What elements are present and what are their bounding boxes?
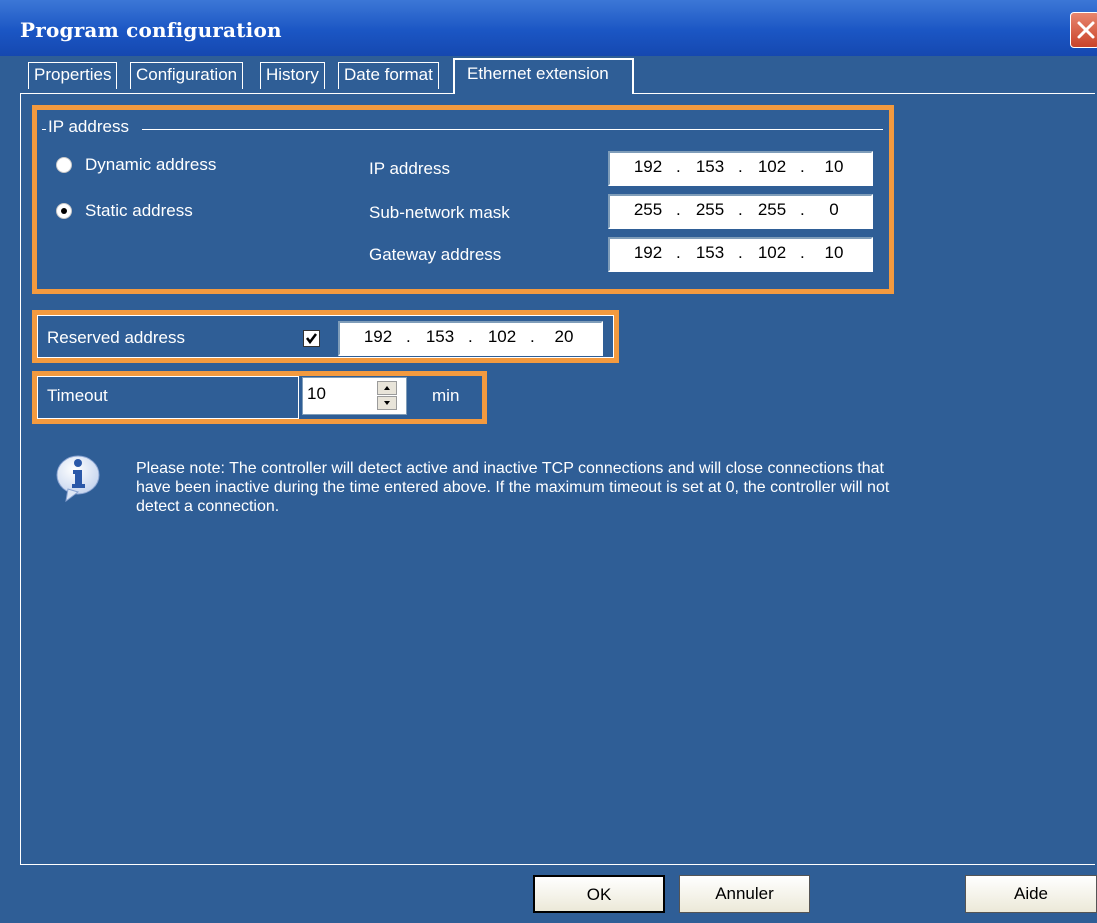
info-note-text: Please note: The controller will detect … bbox=[136, 460, 890, 515]
tab-configuration[interactable]: Configuration bbox=[130, 62, 244, 89]
ip-octet-4: 10 bbox=[824, 157, 844, 176]
subnet-mask-label: Sub-network mask bbox=[369, 203, 510, 222]
radio-dynamic-label: Dynamic address bbox=[85, 155, 217, 174]
close-button[interactable] bbox=[1070, 12, 1097, 48]
gateway-octet-1: 192 bbox=[633, 243, 663, 262]
ok-button[interactable]: OK bbox=[533, 875, 665, 913]
ip-group-legend: IP address bbox=[48, 117, 129, 136]
mask-octet-4: 0 bbox=[829, 200, 839, 219]
ip-octet-3: 102 bbox=[757, 157, 787, 176]
reserved-octet-1: 192 bbox=[363, 327, 393, 346]
ip-address-label: IP address bbox=[369, 159, 450, 178]
radio-static-label: Static address bbox=[85, 201, 193, 220]
radio-static-address[interactable] bbox=[56, 203, 72, 219]
timeout-value: 10 bbox=[307, 384, 326, 403]
mask-octet-2: 255 bbox=[695, 200, 725, 219]
arrow-down-icon bbox=[384, 401, 390, 405]
ip-address-field[interactable]: 192 . 153 . 102 . 10 bbox=[608, 151, 873, 186]
reserved-octet-3: 102 bbox=[487, 327, 517, 346]
subnet-mask-field[interactable]: 255 . 255 . 255 . 0 bbox=[608, 194, 873, 229]
tab-ethernet-extension[interactable]: Ethernet extension bbox=[453, 58, 634, 94]
radio-dynamic-address[interactable] bbox=[56, 157, 72, 173]
group-line-top bbox=[142, 129, 883, 130]
close-icon bbox=[1077, 21, 1095, 39]
window-title: Program configuration bbox=[20, 18, 282, 42]
group-line-left bbox=[42, 129, 46, 130]
spin-up-button[interactable] bbox=[377, 381, 397, 395]
mask-octet-1: 255 bbox=[633, 200, 663, 219]
reserved-octet-4: 20 bbox=[554, 327, 574, 346]
tab-page-top-border-right bbox=[634, 93, 1095, 94]
tab-page-top-border bbox=[20, 93, 454, 94]
gateway-field[interactable]: 192 . 153 . 102 . 10 bbox=[608, 237, 873, 272]
gateway-octet-2: 153 bbox=[695, 243, 725, 262]
checkmark-icon bbox=[306, 333, 317, 345]
timeout-label: Timeout bbox=[47, 386, 108, 405]
cancel-button[interactable]: Annuler bbox=[679, 875, 810, 913]
title-bar: Program configuration bbox=[0, 0, 1097, 56]
timeout-spinbox[interactable]: 10 bbox=[302, 377, 407, 415]
mask-octet-3: 255 bbox=[757, 200, 787, 219]
tab-date-format[interactable]: Date format bbox=[338, 62, 439, 89]
reserved-address-checkbox[interactable] bbox=[303, 330, 320, 347]
info-icon bbox=[52, 451, 104, 503]
gateway-label: Gateway address bbox=[369, 245, 502, 264]
gateway-octet-3: 102 bbox=[757, 243, 787, 262]
spin-down-button[interactable] bbox=[377, 396, 397, 410]
reserved-address-label: Reserved address bbox=[47, 328, 185, 347]
help-button[interactable]: Aide bbox=[965, 875, 1097, 913]
tab-properties[interactable]: Properties bbox=[28, 62, 118, 89]
ip-octet-1: 192 bbox=[633, 157, 663, 176]
reserved-address-field[interactable]: 192 . 153 . 102 . 20 bbox=[338, 321, 603, 356]
timeout-unit: min bbox=[432, 386, 460, 405]
tab-history[interactable]: History bbox=[260, 62, 325, 89]
reserved-octet-2: 153 bbox=[425, 327, 455, 346]
radio-selected-dot bbox=[61, 208, 67, 214]
ip-octet-2: 153 bbox=[695, 157, 725, 176]
gateway-octet-4: 10 bbox=[824, 243, 844, 262]
arrow-up-icon bbox=[384, 386, 390, 390]
